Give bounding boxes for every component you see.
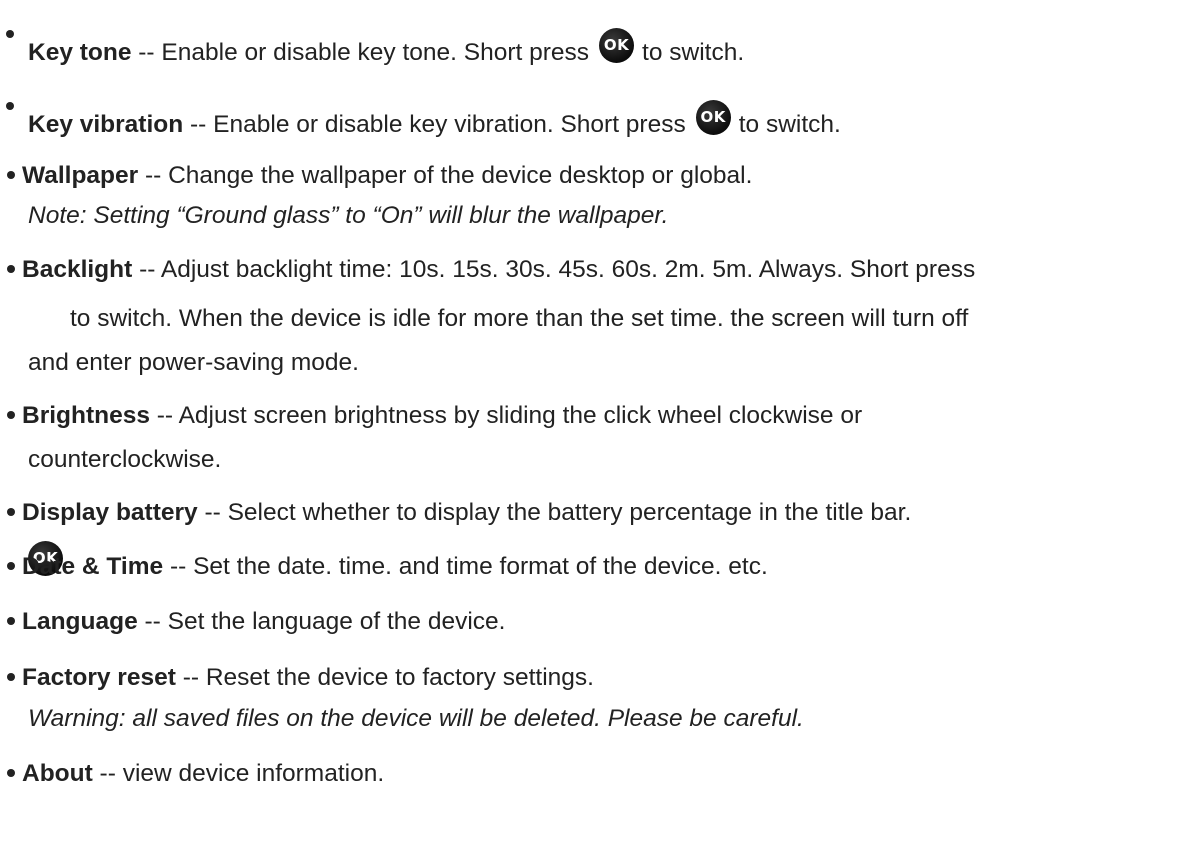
item-term: Date & Time xyxy=(22,553,164,580)
item-term: Backlight xyxy=(22,256,133,283)
bullet-icon xyxy=(7,265,15,273)
item-term: Key vibration xyxy=(28,111,184,138)
list-item-brightness: Brightness -- Adjust screen brightness b… xyxy=(6,396,1156,436)
item-text: Set the language of the device. xyxy=(167,608,506,635)
factory-reset-warning: Warning: all saved files on the device w… xyxy=(28,705,804,732)
bullet-icon xyxy=(7,411,15,419)
item-text-after: to switch. xyxy=(642,39,745,66)
bullet-icon xyxy=(7,617,15,625)
item-separator: -- xyxy=(197,499,228,526)
item-separator: -- xyxy=(132,256,161,283)
list-item-key-vibration: Key vibration -- Enable or disable key v… xyxy=(28,100,1178,145)
bullet-icon xyxy=(6,102,14,110)
item-separator: -- xyxy=(175,664,206,691)
item-text: Reset the device to factory settings. xyxy=(205,664,594,691)
item-separator: -- xyxy=(163,553,194,580)
item-term: Factory reset xyxy=(22,664,176,691)
item-term: Brightness xyxy=(22,402,150,429)
item-text: Enable or disable key vibration. Short p… xyxy=(213,111,686,138)
item-text: Change the wallpaper of the device deskt… xyxy=(168,162,753,189)
item-term: Display battery xyxy=(22,499,198,526)
item-term: Wallpaper xyxy=(22,162,139,189)
item-text: Enable or disable key tone. Short press xyxy=(161,39,590,66)
item-separator: -- xyxy=(92,760,123,787)
ok-button-icon: OK xyxy=(599,28,635,63)
item-text: Set the date. time. and time format of t… xyxy=(193,553,768,580)
item-separator: -- xyxy=(183,111,214,138)
backlight-line-2: to switch. When the device is idle for m… xyxy=(70,305,969,332)
item-separator: -- xyxy=(138,162,169,189)
item-text: Select whether to display the battery pe… xyxy=(227,499,912,526)
backlight-line-3: and enter power-saving mode. xyxy=(28,349,359,376)
list-item-date-time: Date & Time -- Set the date. time. and t… xyxy=(6,547,1156,587)
item-text: Adjust backlight time: 10s. 15s. 30s. 45… xyxy=(160,256,976,283)
item-term: About xyxy=(22,760,93,787)
list-item-about: About -- view device information. xyxy=(6,754,1156,794)
list-item-wallpaper: Wallpaper -- Change the wallpaper of the… xyxy=(6,156,1156,196)
brightness-line-2: counterclockwise. xyxy=(28,446,222,473)
wallpaper-note: Note: Setting “Ground glass” to “On” wil… xyxy=(28,202,669,229)
list-item-factory-reset: Factory reset -- Reset the device to fac… xyxy=(6,658,1156,698)
list-item-language: Language -- Set the language of the devi… xyxy=(6,602,1156,642)
item-term: Language xyxy=(22,608,138,635)
bullet-icon xyxy=(6,30,14,38)
item-text: view device information. xyxy=(122,760,385,787)
item-text: Adjust screen brightness by sliding the … xyxy=(178,402,863,429)
list-item-display-battery: Display battery -- Select whether to dis… xyxy=(6,493,1156,533)
bullet-icon xyxy=(7,673,15,681)
bullet-icon xyxy=(7,562,15,570)
settings-description-page: Key tone -- Enable or disable key tone. … xyxy=(0,0,1187,847)
item-separator: -- xyxy=(137,608,168,635)
item-term: Key tone xyxy=(28,39,132,66)
bullet-icon xyxy=(7,171,15,179)
item-separator: -- xyxy=(131,39,162,66)
bullet-icon xyxy=(7,769,15,777)
item-text-after: to switch. xyxy=(738,111,841,138)
item-separator: -- xyxy=(149,402,179,429)
bullet-icon xyxy=(7,508,15,516)
ok-button-icon: OK xyxy=(695,100,731,135)
list-item-key-tone: Key tone -- Enable or disable key tone. … xyxy=(28,28,1178,73)
list-item-backlight: Backlight -- Adjust backlight time: 10s.… xyxy=(6,250,1156,290)
